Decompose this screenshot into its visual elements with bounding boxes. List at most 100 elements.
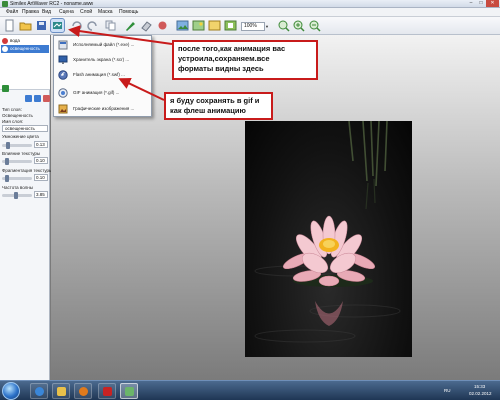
taskbar-explorer[interactable] — [52, 383, 70, 399]
open-folder-icon[interactable] — [19, 19, 32, 32]
texture-frag-input[interactable]: 0.10 — [34, 174, 48, 181]
menu-scene[interactable]: Сцена — [59, 9, 74, 16]
slider-knob[interactable] — [5, 175, 9, 182]
color-mult-input[interactable]: 0.13 — [34, 141, 48, 148]
layer-label: вода — [10, 38, 20, 43]
layer-type-value: Освещенность — [2, 113, 33, 118]
menu-view[interactable]: Вид — [42, 9, 51, 16]
menu-layer[interactable]: Слой — [80, 9, 92, 16]
texture-frag-slider[interactable] — [2, 175, 32, 182]
zoom-input[interactable]: 100% — [241, 22, 265, 31]
menu-mask[interactable]: Маска — [98, 9, 113, 16]
export-flash-item[interactable]: Flash анимация (*.swf) ... — [56, 69, 151, 81]
wave-freq-slider[interactable] — [2, 192, 32, 199]
save-icon[interactable] — [35, 19, 48, 32]
copy-icon[interactable] — [104, 19, 117, 32]
export-icon[interactable] — [50, 18, 65, 33]
gif-icon — [58, 88, 68, 98]
slider-knob[interactable] — [6, 142, 10, 149]
app-icon — [103, 387, 112, 396]
image-file-icon — [58, 104, 68, 114]
zoom-fit-icon[interactable] — [277, 19, 290, 32]
layer-tools — [0, 85, 50, 105]
clock-date[interactable]: 02.02.2012 — [469, 391, 492, 396]
fill-icon[interactable] — [208, 19, 221, 32]
texture-effect-label: Влияние текстуры — [2, 151, 41, 156]
eraser-icon[interactable] — [140, 19, 153, 32]
layer-list: вода освещенность — [0, 35, 50, 90]
layer-name-label: Имя слоя: — [2, 119, 24, 124]
layer-label: освещенность — [10, 46, 40, 51]
layer-type-label: Тип слоя: — [2, 107, 22, 112]
brush-icon[interactable] — [124, 19, 137, 32]
layer-visibility-icon[interactable] — [2, 38, 8, 44]
export-item-label: Хранитель экрана (*.scr) ... — [73, 57, 130, 62]
wave-freq-label: Частота волны — [2, 185, 34, 190]
texture-effect-slider[interactable] — [2, 158, 32, 165]
maximize-button[interactable]: □ — [476, 0, 486, 7]
artwaver-icon — [125, 387, 134, 396]
start-button[interactable] — [2, 382, 20, 400]
water-lily-image[interactable] — [245, 121, 412, 357]
undo-icon[interactable] — [70, 19, 83, 32]
move-up-icon[interactable] — [25, 95, 32, 102]
export-screensaver-item[interactable]: Хранитель экрана (*.scr) ... — [56, 54, 151, 66]
color-mult-slider[interactable] — [2, 142, 32, 149]
taskbar-artwaver[interactable] — [120, 383, 138, 399]
layer-name-field[interactable]: освещенность — [2, 125, 48, 132]
language-indicator[interactable]: RU — [444, 388, 451, 393]
close-button[interactable]: ✕ — [486, 0, 499, 7]
export-gif-item[interactable]: GIF анимация (*.gif) ... — [56, 87, 151, 99]
media-player-icon — [79, 387, 88, 396]
browser-icon — [35, 387, 44, 396]
export-images-item[interactable]: Графические изображения ... — [56, 103, 151, 115]
slider-knob[interactable] — [14, 192, 18, 199]
menu-edit[interactable]: Правка — [22, 9, 39, 16]
layer-visibility-icon[interactable] — [2, 46, 8, 52]
export-item-label: GIF анимация (*.gif) ... — [73, 90, 120, 95]
slider-knob[interactable] — [5, 158, 9, 165]
title-bar: Similex ArtWaver RC2 - noname.aww – □ ✕ — [0, 0, 500, 8]
layer-item-water[interactable]: вода — [1, 37, 49, 45]
folder-icon — [57, 387, 66, 396]
new-file-icon[interactable] — [3, 19, 16, 32]
export-item-label: Исполняемый файл (*.exe) ... — [73, 42, 135, 47]
callout-gif-flash: я буду сохранять в gif и как флеш анимац… — [164, 92, 273, 120]
exe-file-icon — [58, 40, 68, 50]
picture-icon[interactable] — [176, 19, 189, 32]
chevron-down-icon[interactable]: ▼ — [265, 22, 271, 31]
picture-sun-icon[interactable] — [192, 19, 205, 32]
clock-time[interactable]: 15:33 — [474, 384, 485, 389]
taskbar-ie[interactable] — [30, 383, 48, 399]
export-exe-item[interactable]: Исполняемый файл (*.exe) ... — [56, 39, 151, 51]
taskbar: RU 15:33 02.02.2012 — [0, 380, 500, 400]
menu-help[interactable]: Помощь — [119, 9, 138, 16]
texture-frag-label: Фрагментация текстуры — [2, 168, 53, 173]
export-item-label: Flash анимация (*.swf) ... — [73, 72, 125, 77]
texture-effect-input[interactable]: 0.10 — [34, 157, 48, 164]
zoom-out-icon[interactable] — [308, 19, 321, 32]
stamp-icon[interactable] — [156, 19, 169, 32]
menu-file[interactable]: Файл — [6, 9, 18, 16]
toolbar: 100% ▼ — [0, 17, 500, 35]
taskbar-media[interactable] — [74, 383, 92, 399]
window-title: Similex ArtWaver RC2 - noname.aww — [10, 1, 94, 7]
color-mult-label: Умножение цвета — [2, 134, 39, 139]
export-item-label: Графические изображения ... — [73, 106, 135, 111]
app-icon — [2, 1, 8, 7]
zoom-in-icon[interactable] — [292, 19, 305, 32]
menu-bar: Файл Правка Вид Сцена Слой Маска Помощь — [0, 8, 500, 17]
flash-icon — [58, 70, 68, 80]
wave-freq-input[interactable]: 3.85 — [34, 191, 48, 198]
taskbar-app-red[interactable] — [98, 383, 116, 399]
redo-icon[interactable] — [86, 19, 99, 32]
layer-item-lighting[interactable]: освещенность — [1, 45, 49, 53]
minimize-button[interactable]: – — [466, 0, 476, 7]
mask-icon[interactable] — [224, 19, 237, 32]
move-down-icon[interactable] — [34, 95, 41, 102]
delete-layer-icon[interactable] — [43, 95, 50, 102]
add-layer-icon[interactable] — [2, 85, 9, 92]
export-menu: Исполняемый файл (*.exe) ... Хранитель э… — [53, 35, 152, 117]
left-panel: вода освещенность Тип слоя: Освещенность… — [0, 35, 53, 380]
callout-formats: после того,как анимация вас устроила,сох… — [172, 40, 318, 80]
